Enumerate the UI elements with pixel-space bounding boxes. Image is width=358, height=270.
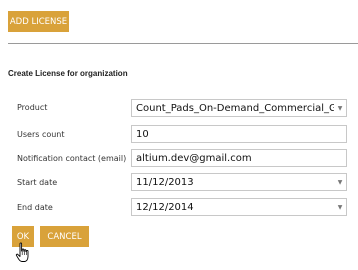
notification-contact-label: Notification contact (email)	[17, 154, 127, 163]
end-date-value: 12/12/2014	[136, 201, 194, 213]
section-title: Create License for organization	[8, 69, 128, 78]
chevron-down-icon: ▼	[337, 203, 343, 211]
chevron-down-icon: ▼	[337, 178, 343, 186]
end-date-label: End date	[17, 203, 53, 212]
product-select[interactable]: Count_Pads_On-Demand_Commercial_Global_3…	[131, 99, 347, 117]
users-count-input[interactable]: 10	[131, 125, 347, 143]
notification-contact-input[interactable]: altium.dev@gmail.com	[131, 149, 347, 167]
start-date-label: Start date	[17, 178, 58, 187]
users-count-value: 10	[136, 128, 149, 140]
product-label: Product	[17, 103, 48, 112]
add-license-button[interactable]: ADD LICENSE	[8, 11, 69, 32]
start-date-select[interactable]: 11/12/2013 ▼	[131, 173, 347, 191]
product-value: Count_Pads_On-Demand_Commercial_Global_3…	[136, 102, 334, 114]
divider	[8, 43, 358, 44]
hand-pointer-icon	[15, 242, 29, 262]
cancel-button[interactable]: CANCEL	[40, 226, 89, 247]
users-count-label: Users count	[17, 130, 65, 139]
start-date-value: 11/12/2013	[136, 176, 194, 188]
notification-contact-value: altium.dev@gmail.com	[136, 152, 252, 164]
chevron-down-icon: ▼	[337, 104, 343, 112]
end-date-select[interactable]: 12/12/2014 ▼	[131, 198, 347, 216]
